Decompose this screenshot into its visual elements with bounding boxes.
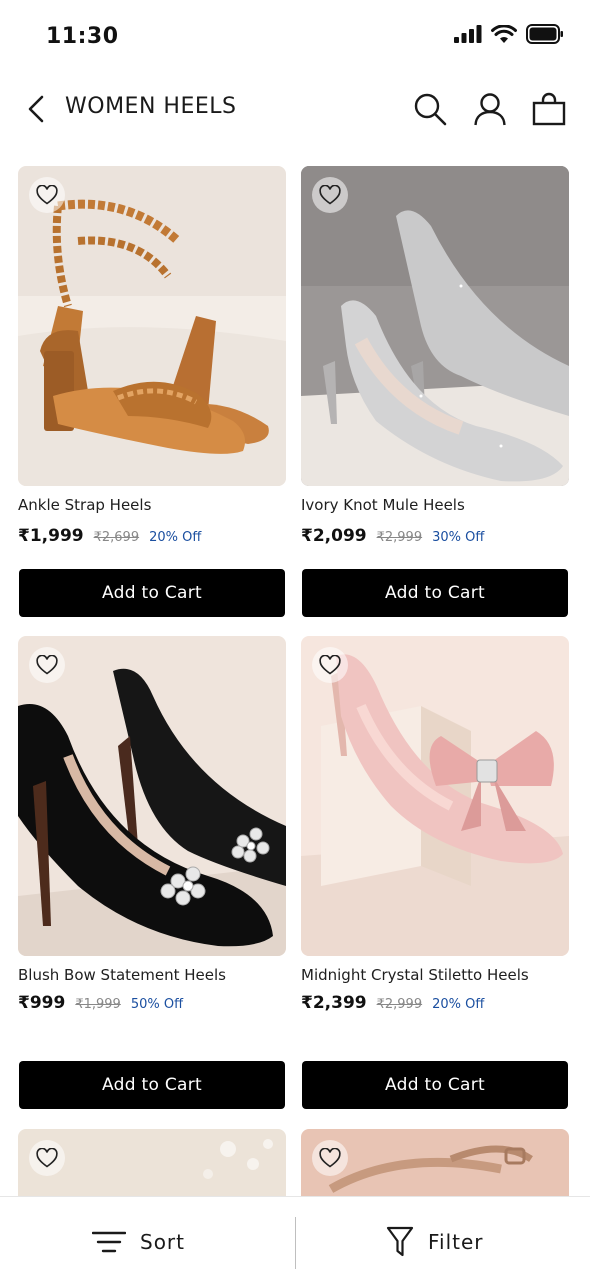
product-image[interactable] (301, 166, 569, 486)
wishlist-button[interactable] (29, 647, 65, 683)
wifi-icon (491, 24, 517, 43)
wishlist-button[interactable] (312, 647, 348, 683)
product-grid: Ankle Strap Heels ₹1,999 ₹2,699 20% Off … (18, 166, 570, 1209)
search-button[interactable] (411, 90, 449, 128)
heart-icon (36, 655, 58, 675)
product-image[interactable] (18, 166, 286, 486)
bottom-action-bar: Sort Filter (0, 1196, 590, 1281)
sale-price: ₹999 (18, 993, 66, 1013)
product-image[interactable] (18, 636, 286, 956)
sort-lines-icon (92, 1231, 126, 1253)
product-image[interactable] (301, 636, 569, 956)
product-card[interactable]: Blush Bow Statement Heels ₹999 ₹1,999 50… (18, 636, 286, 1129)
original-price: ₹1,999 (75, 997, 121, 1012)
product-card[interactable]: Midnight Crystal Stiletto Heels ₹2,399 ₹… (301, 636, 569, 1129)
original-price: ₹2,999 (376, 530, 423, 545)
price-row: ₹999 ₹1,999 50% Off (18, 993, 183, 1013)
wishlist-button[interactable] (312, 177, 348, 213)
price-row: ₹2,099 ₹2,999 30% Off (301, 526, 484, 546)
product-name[interactable]: Midnight Crystal Stiletto Heels (301, 966, 529, 984)
wishlist-button[interactable] (312, 1140, 348, 1176)
sale-price: ₹1,999 (18, 526, 84, 546)
product-card[interactable]: Ankle Strap Heels ₹1,999 ₹2,699 20% Off … (18, 166, 286, 636)
filter-label: Filter (428, 1230, 484, 1254)
add-to-cart-button[interactable]: Add to Cart (302, 569, 568, 617)
discount-label: 20% Off (432, 997, 485, 1012)
shopping-bag-icon (532, 92, 566, 126)
back-button[interactable] (22, 92, 50, 126)
product-name[interactable]: Blush Bow Statement Heels (18, 966, 226, 984)
add-to-cart-button[interactable]: Add to Cart (19, 569, 285, 617)
sort-label: Sort (140, 1230, 185, 1254)
app-header: WOMEN HEELS (0, 82, 590, 136)
wishlist-button[interactable] (29, 1140, 65, 1176)
original-price: ₹2,699 (93, 530, 140, 545)
funnel-icon (386, 1226, 414, 1257)
heart-icon (319, 1148, 341, 1168)
add-to-cart-button[interactable]: Add to Cart (302, 1061, 568, 1109)
signal-icon (454, 25, 482, 43)
product-card[interactable]: Ivory Knot Mule Heels ₹2,099 ₹2,999 30% … (301, 166, 569, 636)
page-title: WOMEN HEELS (65, 94, 237, 119)
heart-icon (319, 185, 341, 205)
status-time: 11:30 (46, 24, 119, 49)
search-icon (414, 93, 447, 126)
cart-button[interactable] (530, 90, 568, 128)
account-button[interactable] (471, 90, 509, 128)
product-name[interactable]: Ivory Knot Mule Heels (301, 496, 465, 514)
add-to-cart-button[interactable]: Add to Cart (19, 1061, 285, 1109)
heart-icon (319, 655, 341, 675)
sale-price: ₹2,099 (301, 526, 367, 546)
filter-button[interactable]: Filter (386, 1215, 484, 1269)
discount-label: 20% Off (149, 530, 202, 545)
sale-price: ₹2,399 (301, 993, 367, 1013)
divider (295, 1217, 296, 1269)
price-row: ₹2,399 ₹2,999 20% Off (301, 993, 484, 1013)
status-icons (454, 24, 564, 44)
discount-label: 50% Off (130, 997, 184, 1012)
original-price: ₹2,999 (376, 997, 423, 1012)
discount-label: 30% Off (432, 530, 485, 545)
status-bar: 11:30 (0, 0, 590, 70)
wishlist-button[interactable] (29, 177, 65, 213)
chevron-left-icon (28, 95, 44, 123)
price-row: ₹1,999 ₹2,699 20% Off (18, 526, 201, 546)
product-name[interactable]: Ankle Strap Heels (18, 496, 151, 514)
user-icon (474, 93, 506, 126)
heart-icon (36, 185, 58, 205)
sort-button[interactable]: Sort (92, 1215, 185, 1269)
battery-icon (526, 24, 563, 44)
heart-icon (36, 1148, 58, 1168)
